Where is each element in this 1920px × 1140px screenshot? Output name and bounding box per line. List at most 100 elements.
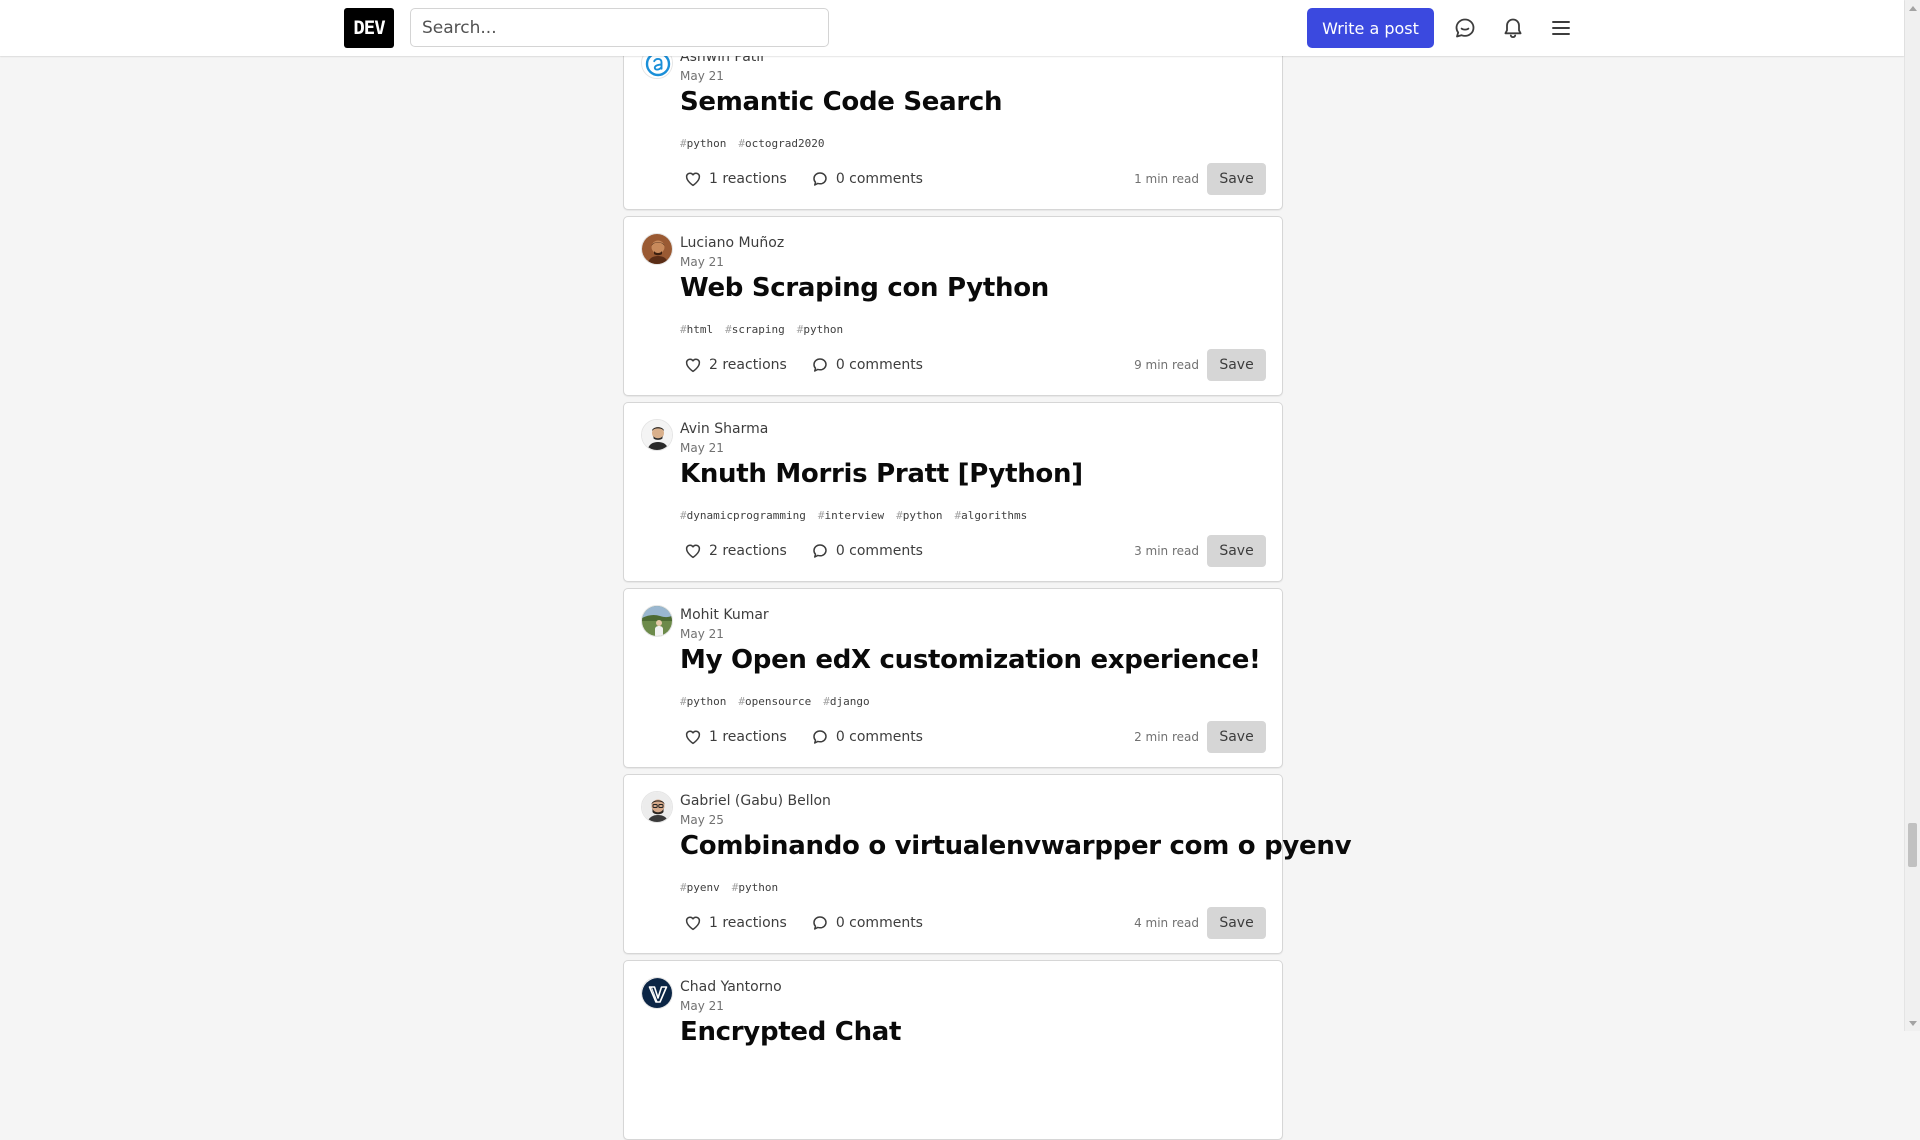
tag-list: #dynamicprogramming #interview #python #… [680, 509, 1027, 522]
post-date: May 21 [680, 69, 724, 83]
save-button[interactable]: Save [1207, 907, 1266, 939]
reactions-link[interactable]: 1 reactions [680, 163, 791, 195]
comments-count: 0 comments [835, 357, 923, 373]
post-footer: 2 reactions 0 comments 3 min read Save [680, 535, 1266, 567]
tag[interactable]: #python [797, 323, 843, 336]
author-name[interactable]: Avin Sharma [680, 421, 768, 437]
author-avatar[interactable] [641, 791, 673, 823]
comments-link[interactable]: 0 comments [807, 721, 927, 753]
reactions-link[interactable]: 1 reactions [680, 721, 791, 753]
author-avatar[interactable] [641, 419, 673, 451]
tag[interactable]: #html [680, 323, 713, 336]
author-name[interactable]: Gabriel (Gabu) Bellon [680, 793, 831, 809]
comment-icon [813, 172, 827, 186]
tag[interactable]: #scraping [725, 323, 785, 336]
post-card[interactable]: Gabriel (Gabu) Bellon May 25 Combinando … [623, 774, 1352, 954]
tag-list: #pyenv #python [680, 881, 778, 894]
comments-count: 0 comments [835, 915, 923, 931]
comment-icon [813, 730, 827, 744]
post-footer: 1 reactions 0 comments 4 min read Save [680, 907, 1266, 939]
scroll-up-arrow-icon[interactable] [1905, 0, 1920, 15]
post-footer: 1 reactions 0 comments 2 min read Save [680, 721, 1266, 753]
menu-icon[interactable] [1549, 16, 1573, 40]
post-card[interactable]: Mohit Kumar May 21 My Open edX customiza… [623, 588, 1283, 768]
post-title[interactable]: Web Scraping con Python [680, 273, 1049, 303]
post-date: May 25 [680, 813, 724, 827]
save-button[interactable]: Save [1207, 163, 1266, 195]
author-name[interactable]: Luciano Muñoz [680, 235, 784, 251]
scroll-thumb[interactable] [1908, 823, 1917, 867]
tag[interactable]: #octograd2020 [738, 137, 824, 150]
post-card[interactable]: Avin Sharma May 21 Knuth Morris Pratt [P… [623, 402, 1283, 582]
post-date: May 21 [680, 255, 724, 269]
tag[interactable]: #python [680, 695, 726, 708]
post-title[interactable]: My Open edX customization experience! [680, 645, 1261, 675]
reactions-count: 1 reactions [709, 915, 787, 931]
chat-icon[interactable] [1453, 16, 1477, 40]
read-time: 1 min read [1134, 172, 1199, 186]
comment-icon [813, 916, 827, 930]
comments-link[interactable]: 0 comments [807, 349, 927, 381]
author-name[interactable]: Mohit Kumar [680, 607, 769, 623]
read-time: 3 min read [1134, 544, 1199, 558]
search-input[interactable] [410, 8, 829, 47]
tag-list: #python #opensource #django [680, 695, 870, 708]
post-footer: 2 reactions 0 comments 9 min read Save [680, 349, 1266, 381]
post-footer: 1 reactions 0 comments 1 min read Save [680, 163, 1266, 195]
reactions-count: 1 reactions [709, 729, 787, 745]
save-button[interactable]: Save [1207, 721, 1266, 753]
post-title[interactable]: Knuth Morris Pratt [Python] [680, 459, 1083, 489]
reactions-link[interactable]: 2 reactions [680, 349, 791, 381]
post-title[interactable]: Combinando o virtualenvwarpper com o pye… [680, 831, 1352, 861]
reactions-link[interactable]: 2 reactions [680, 535, 791, 567]
tag[interactable]: #pyenv [680, 881, 720, 894]
dev-logo[interactable]: DEV [344, 8, 394, 48]
post-date: May 21 [680, 441, 724, 455]
comments-link[interactable]: 0 comments [807, 907, 927, 939]
heart-icon [685, 358, 701, 373]
post-card[interactable]: Chad Yantorno May 21 Encrypted Chat [623, 960, 1283, 1140]
save-button[interactable]: Save [1207, 535, 1266, 567]
tag[interactable]: #python [680, 137, 726, 150]
heart-icon [685, 172, 701, 187]
reactions-link[interactable]: 1 reactions [680, 907, 791, 939]
heart-icon [685, 916, 701, 931]
tag[interactable]: #algorithms [954, 509, 1027, 522]
top-header: DEV Write a post [0, 0, 1904, 56]
post-date: May 21 [680, 627, 724, 641]
comments-count: 0 comments [835, 171, 923, 187]
reactions-count: 2 reactions [709, 543, 787, 559]
author-avatar[interactable] [641, 977, 673, 1009]
page-scrollbar[interactable] [1904, 0, 1920, 1031]
post-card[interactable]: Ashwin Patil May 21 Semantic Code Search… [623, 30, 1283, 210]
save-button[interactable]: Save [1207, 349, 1266, 381]
author-name[interactable]: Chad Yantorno [680, 979, 782, 995]
tag-list: #python #octograd2020 [680, 137, 824, 150]
read-time: 4 min read [1134, 916, 1199, 930]
read-time: 2 min read [1134, 730, 1199, 744]
post-title[interactable]: Encrypted Chat [680, 1017, 901, 1047]
comment-icon [813, 544, 827, 558]
comments-link[interactable]: 0 comments [807, 535, 927, 567]
scroll-down-arrow-icon[interactable] [1905, 1016, 1920, 1031]
reactions-count: 1 reactions [709, 171, 787, 187]
tag[interactable]: #python [896, 509, 942, 522]
tag[interactable]: #interview [818, 509, 884, 522]
author-avatar[interactable] [641, 233, 673, 265]
post-card[interactable]: Luciano Muñoz May 21 Web Scraping con Py… [623, 216, 1283, 396]
comments-link[interactable]: 0 comments [807, 163, 927, 195]
tag-list: #html #scraping #python [680, 323, 843, 336]
heart-icon [685, 730, 701, 745]
write-post-button[interactable]: Write a post [1307, 8, 1434, 48]
tag[interactable]: #django [823, 695, 869, 708]
tag[interactable]: #opensource [738, 695, 811, 708]
post-title[interactable]: Semantic Code Search [680, 87, 1003, 117]
reactions-count: 2 reactions [709, 357, 787, 373]
tag[interactable]: #dynamicprogramming [680, 509, 806, 522]
bell-icon[interactable] [1501, 16, 1525, 40]
comments-count: 0 comments [835, 543, 923, 559]
tag[interactable]: #python [732, 881, 778, 894]
comments-count: 0 comments [835, 729, 923, 745]
post-date: May 21 [680, 999, 724, 1013]
author-avatar[interactable] [641, 605, 673, 637]
